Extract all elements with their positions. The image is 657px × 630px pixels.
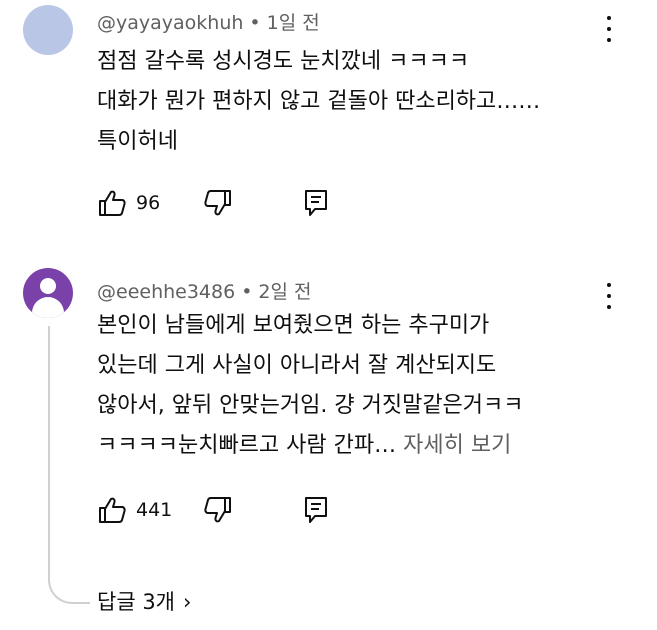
- reply-icon[interactable]: [303, 188, 329, 218]
- like-count: 96: [136, 192, 161, 214]
- comment-time: 2일 전: [258, 281, 312, 303]
- comment-meta: @yayayaokhuh • 1일 전: [97, 8, 320, 35]
- comment-line: ㅋㅋㅋㅋ눈치빠르고 사람 간파…: [97, 433, 397, 458]
- more-vert-icon[interactable]: [601, 16, 617, 42]
- comment-line: 본인이 남들에게 보여줬으면 하는 추구미가: [97, 313, 490, 338]
- comment-body: 점점 갈수록 성시경도 눈치깠네 ㅋㅋㅋㅋ 대화가 뭔가 편하지 않고 겉돌아 …: [97, 42, 540, 162]
- read-more-link[interactable]: 자세히 보기: [403, 433, 511, 458]
- comment-time: 1일 전: [266, 12, 320, 34]
- thumbs-down-icon[interactable]: [203, 495, 233, 525]
- comment-line-last: ㅋㅋㅋㅋ눈치빠르고 사람 간파… 자세히 보기: [97, 426, 524, 466]
- like-count: 441: [136, 499, 173, 521]
- comment-line: 있는데 그게 사실이 아니라서 잘 계산되지도: [97, 353, 497, 378]
- comment-author[interactable]: @yayayaokhuh: [97, 12, 243, 34]
- chevron-right-icon: ›: [183, 590, 192, 614]
- meta-separator: •: [241, 281, 253, 303]
- comment-line: 점점 갈수록 성시경도 눈치깠네 ㅋㅋㅋㅋ: [97, 49, 470, 74]
- avatar[interactable]: [23, 5, 73, 55]
- meta-separator: •: [249, 12, 261, 34]
- comment-meta: @eeehhe3486 • 2일 전: [97, 277, 312, 304]
- comment-line: 특이허네: [97, 129, 178, 154]
- reply-icon[interactable]: [303, 495, 329, 525]
- more-vert-icon[interactable]: [601, 283, 617, 309]
- thumbs-up-icon[interactable]: [97, 188, 127, 218]
- view-replies-button[interactable]: 답글 3개 ›: [97, 586, 191, 616]
- comment-line: 대화가 뭔가 편하지 않고 겉돌아 딴소리하고……: [97, 89, 541, 114]
- comment-author[interactable]: @eeehhe3486: [97, 281, 235, 303]
- thumbs-down-icon[interactable]: [203, 188, 233, 218]
- thread-line: [48, 326, 90, 604]
- thumbs-up-icon[interactable]: [97, 495, 127, 525]
- comment-line: 않아서, 앞뒤 안맞는거임. 걍 거짓말같은거ㅋㅋ: [97, 393, 524, 418]
- comment-body: 본인이 남들에게 보여줬으면 하는 추구미가 있는데 그게 사실이 아니라서 잘…: [97, 306, 524, 466]
- avatar[interactable]: [23, 268, 73, 318]
- replies-label: 답글 3개: [97, 590, 175, 614]
